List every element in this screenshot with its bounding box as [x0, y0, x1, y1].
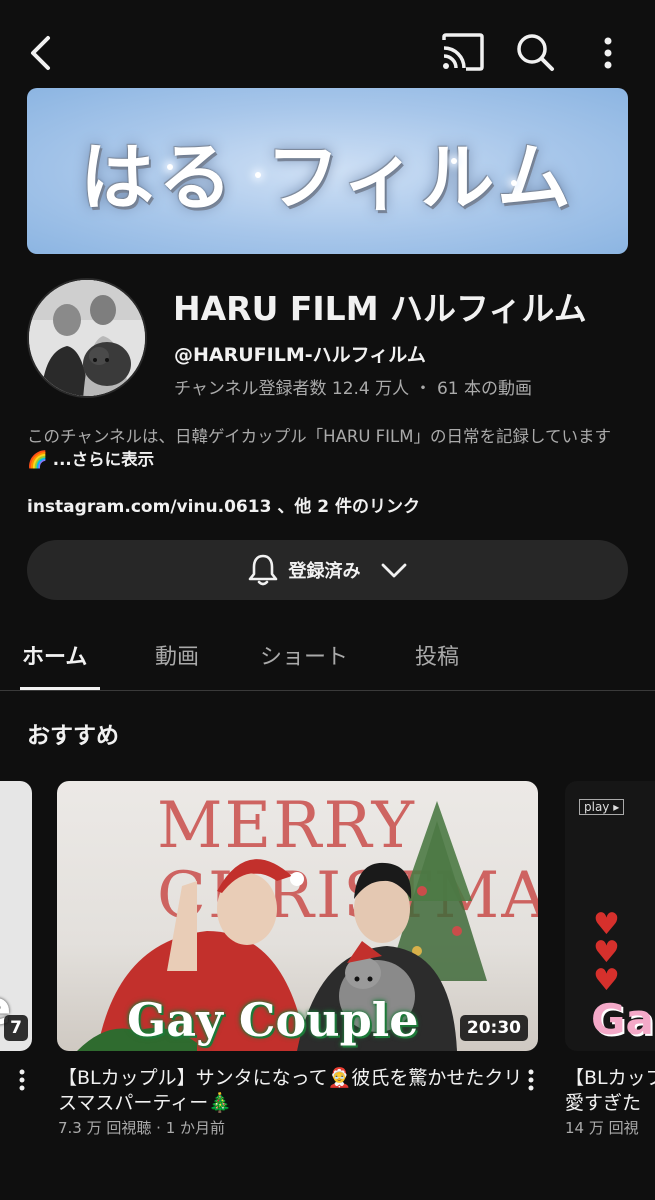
tab-home[interactable]: ホーム — [22, 639, 87, 671]
video-thumbnail-right[interactable]: play ▸ ♥ ♥ ♥ Ga — [565, 781, 655, 1051]
channel-avatar[interactable] — [27, 278, 147, 398]
section-title: おすすめ — [27, 723, 119, 749]
channel-stats: チャンネル登録者数 12.4 万人 ・ 61 本の動画 — [174, 379, 532, 399]
video-meta: 7.3 万 回視聴 · 1 か月前 — [58, 1119, 226, 1137]
video-title[interactable]: 【BLカップル】サンタになって🤶彼氏を驚かせたクリスマスパーティー🎄 — [58, 1066, 528, 1116]
video-duration: 20:30 — [459, 1015, 528, 1041]
back-arrow-icon[interactable] — [22, 33, 62, 73]
channel-banner: はる フィルム — [27, 88, 628, 254]
video-title-line: 愛すぎた — [565, 1092, 642, 1114]
channel-description[interactable]: このチャンネルは、日韓ゲイカップル「HARU FILM」の日常を記録しています🌈… — [27, 425, 627, 471]
more-vert-icon[interactable] — [596, 33, 620, 73]
video-thumbnail-main[interactable]: MERRY CHRISTMAS Gay Couple 20:30 — [57, 781, 538, 1051]
subscribed-button[interactable]: 登録済み — [27, 540, 628, 600]
tab-posts[interactable]: 投稿 — [415, 639, 459, 671]
video-duration: 7 — [4, 1015, 28, 1041]
tab-videos[interactable]: 動画 — [155, 639, 199, 671]
video-title-line: 【BLカップ — [565, 1067, 655, 1089]
top-app-bar — [0, 0, 655, 100]
subscribe-label: 登録済み — [288, 561, 361, 582]
thumb-tag: play ▸ — [579, 799, 625, 815]
video-title-right[interactable]: 【BLカップ 愛すぎた — [565, 1066, 655, 1116]
search-icon[interactable] — [514, 31, 556, 73]
banner-title: はる フィルム — [80, 134, 575, 221]
sparkle-decoration — [451, 158, 457, 164]
thumb-caption: Gay Couple — [127, 993, 419, 1047]
tab-shorts[interactable]: ショート — [260, 639, 348, 671]
bell-icon — [248, 554, 277, 586]
thumb-caption: Ga — [591, 995, 654, 1044]
sparkle-decoration — [167, 164, 173, 170]
more-vert-icon[interactable] — [17, 1068, 27, 1092]
channel-name: HARU FILM ハルフィルム — [173, 289, 587, 328]
chevron-down-icon — [381, 563, 406, 578]
active-tab-indicator — [20, 687, 100, 690]
cast-icon[interactable] — [440, 32, 484, 72]
channel-links[interactable]: instagram.com/vinu.0613 、他 2 件のリンク — [27, 492, 420, 517]
video-thumbnail-left[interactable]: e 7 — [0, 781, 32, 1051]
show-more-link[interactable]: ...さらに表示 — [53, 450, 154, 469]
heart-decoration: ♥ ♥ ♥ — [593, 907, 620, 998]
avatar-photo — [29, 280, 145, 396]
more-vert-icon[interactable] — [526, 1068, 536, 1092]
video-meta-right: 14 万 回視 — [565, 1119, 639, 1137]
channel-tabs: ホーム 動画 ショート 投稿 — [0, 625, 655, 691]
sparkle-decoration — [511, 180, 517, 186]
sparkle-decoration — [255, 172, 261, 178]
channel-handle: @HARUFILM-ハルフィルム — [174, 344, 426, 366]
